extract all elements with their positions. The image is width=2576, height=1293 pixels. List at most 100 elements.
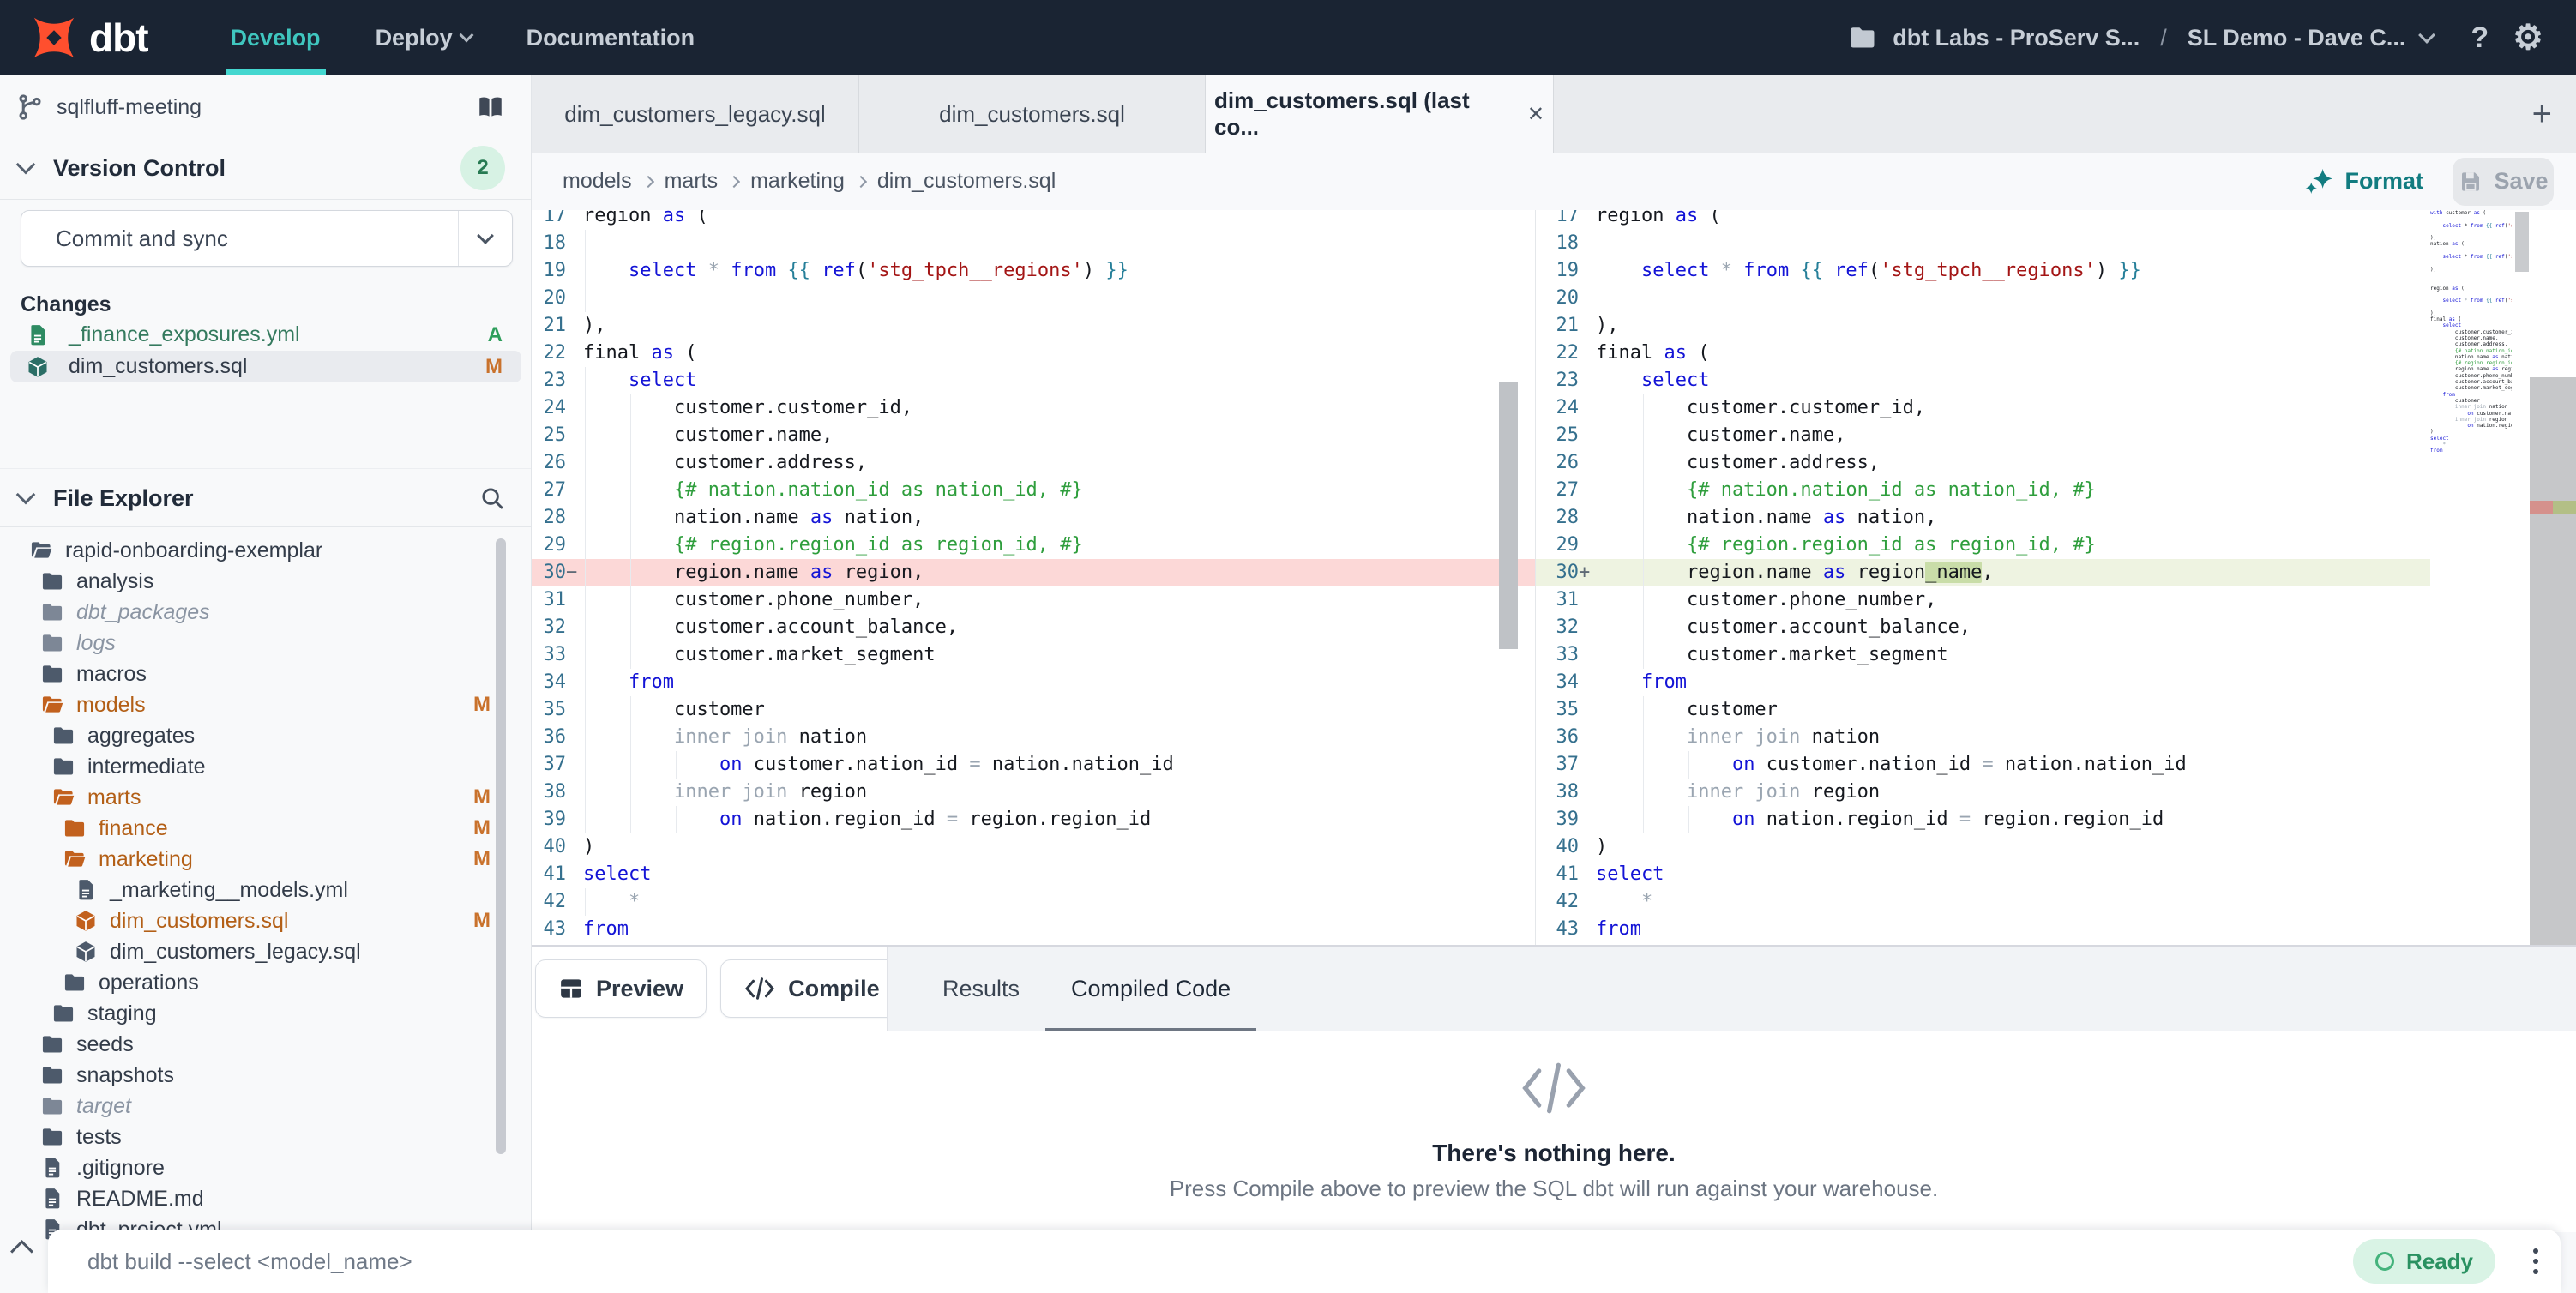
code-line-19[interactable]: 19 select * from {{ ref('stg_tpch__regio… [1536,257,2576,285]
code-line-43[interactable]: 43from [1536,916,2576,943]
code-line-43[interactable]: 43from [532,916,1535,943]
nav-item-documentation[interactable]: Documentation [527,0,695,75]
code-line-30[interactable]: 30+ region.name as region_name, [1536,559,2576,586]
code-line-17[interactable]: 17region as ( [532,210,1535,230]
expand-command-bar-icon[interactable] [10,1240,33,1263]
code-line-20[interactable]: 20 [532,285,1535,312]
code-line-26[interactable]: 26 customer.address, [532,449,1535,477]
editor-tab-dim_customers.sql (last co...[interactable]: dim_customers.sql (last co...✕ [1206,75,1554,153]
changed-file-dim_customers.sql[interactable]: dim_customers.sqlM [10,351,521,382]
command-input[interactable] [86,1248,2353,1276]
code-line-39[interactable]: 39 on nation.region_id = region.region_i… [532,806,1535,833]
code-line-40[interactable]: 40) [532,833,1535,861]
commit-and-sync-button[interactable]: Commit and sync [21,210,513,267]
file-search-icon[interactable] [479,485,505,511]
code-line-28[interactable]: 28 nation.name as nation, [1536,504,2576,532]
panel-tab-compiled-code[interactable]: Compiled Code [1045,947,1256,1031]
tree-item-logs[interactable]: logs [0,628,515,659]
tree-item-finance[interactable]: financeM [0,813,515,844]
tree-item-dbt_packages[interactable]: dbt_packages [0,597,515,628]
commit-options-dropdown[interactable] [458,211,512,266]
format-button[interactable]: Format [2305,167,2423,196]
code-line-37[interactable]: 37 on customer.nation_id = nation.nation… [1536,751,2576,779]
project-chevron-down-icon[interactable] [2418,27,2435,44]
command-menu-kebab-icon[interactable] [2533,1248,2538,1274]
code-line-33[interactable]: 33 customer.market_segment [532,641,1535,669]
dbt-logo[interactable]: dbt [29,13,148,63]
version-control-section-header[interactable]: Version Control 2 [0,139,531,197]
close-tab-icon[interactable]: ✕ [1527,102,1544,127]
tree-item-dim_customers_legacy.sql[interactable]: dim_customers_legacy.sql [0,936,515,967]
code-line-22[interactable]: 22final as ( [532,340,1535,367]
code-line-27[interactable]: 27 {# nation.nation_id as nation_id, #} [1536,477,2576,504]
project-name[interactable]: SL Demo - Dave C... [2188,25,2406,51]
code-line-23[interactable]: 23 select [532,367,1535,394]
diff-pane-original[interactable]: 17region as (1819 select * from {{ ref('… [532,210,1535,945]
code-line-26[interactable]: 26 customer.address, [1536,449,2576,477]
code-line-28[interactable]: 28 nation.name as nation, [532,504,1535,532]
nav-item-develop[interactable]: Develop [231,0,321,75]
tree-item-operations[interactable]: operations [0,967,515,998]
editor-scrollbar-right[interactable] [2515,212,2529,272]
breadcrumb-item-marts[interactable]: marts [665,169,719,194]
nav-item-deploy[interactable]: Deploy [376,0,472,75]
code-line-21[interactable]: 21), [532,312,1535,340]
code-line-40[interactable]: 40) [1536,833,2576,861]
code-line-29[interactable]: 29 {# region.region_id as region_id, #} [532,532,1535,559]
tree-item-macros[interactable]: macros [0,659,515,689]
tree-item-marketing[interactable]: marketingM [0,844,515,875]
code-line-18[interactable]: 18 [532,230,1535,257]
tree-item-tests[interactable]: tests [0,1122,515,1152]
code-line-38[interactable]: 38 inner join region [532,779,1535,806]
code-line-30[interactable]: 30− region.name as region, [532,559,1535,586]
save-button[interactable]: Save [2453,158,2554,206]
code-line-29[interactable]: 29 {# region.region_id as region_id, #} [1536,532,2576,559]
code-line-22[interactable]: 22final as ( [1536,340,2576,367]
code-line-42[interactable]: 42 * [532,888,1535,916]
code-line-23[interactable]: 23 select [1536,367,2576,394]
code-line-37[interactable]: 37 on customer.nation_id = nation.nation… [532,751,1535,779]
tree-item-snapshots[interactable]: snapshots [0,1060,515,1091]
code-line-25[interactable]: 25 customer.name, [1536,422,2576,449]
tree-item-analysis[interactable]: analysis [0,566,515,597]
new-tab-button[interactable]: + [2532,97,2552,131]
tree-item-aggregates[interactable]: aggregates [0,720,515,751]
preview-button[interactable]: Preview [535,959,707,1018]
code-line-36[interactable]: 36 inner join nation [532,724,1535,751]
breadcrumb-item-models[interactable]: models [563,169,632,194]
account-name[interactable]: dbt Labs - ProServ S... [1893,25,2140,51]
tree-item-dim_customers.sql[interactable]: dim_customers.sqlM [0,905,515,936]
tree-item-intermediate[interactable]: intermediate [0,751,515,782]
code-line-38[interactable]: 38 inner join region [1536,779,2576,806]
code-line-34[interactable]: 34 from [1536,669,2576,696]
sidebar-scrollbar[interactable] [496,538,506,1154]
code-line-27[interactable]: 27 {# nation.nation_id as nation_id, #} [532,477,1535,504]
tree-item-marts[interactable]: martsM [0,782,515,813]
diff-pane-modified[interactable]: 17region as (1819 select * from {{ ref('… [1535,210,2576,945]
compile-button[interactable]: Compile [720,959,903,1018]
code-line-32[interactable]: 32 customer.account_balance, [532,614,1535,641]
code-line-31[interactable]: 31 customer.phone_number, [1536,586,2576,614]
minimap[interactable]: with customer as ( select * from {{ ref(… [2430,210,2512,945]
tree-item-target[interactable]: target [0,1091,515,1122]
breadcrumb-item-dim_customers.sql[interactable]: dim_customers.sql [877,169,1056,194]
code-line-32[interactable]: 32 customer.account_balance, [1536,614,2576,641]
code-line-33[interactable]: 33 customer.market_segment [1536,641,2576,669]
file-explorer-section-header[interactable]: File Explorer [0,472,531,525]
help-icon[interactable]: ? [2471,21,2489,55]
tree-item-README.md[interactable]: README.md [0,1183,515,1214]
tree-item-.gitignore[interactable]: .gitignore [0,1152,515,1183]
branch-name[interactable]: sqlfluff-meeting [57,95,202,120]
code-line-18[interactable]: 18 [1536,230,2576,257]
code-line-21[interactable]: 21), [1536,312,2576,340]
panel-tab-results[interactable]: Results [917,947,1045,1031]
code-line-20[interactable]: 20 [1536,285,2576,312]
code-line-41[interactable]: 41select [1536,861,2576,888]
code-line-19[interactable]: 19 select * from {{ ref('stg_tpch__regio… [532,257,1535,285]
code-line-42[interactable]: 42 * [1536,888,2576,916]
diff-overview-ruler[interactable] [2530,377,2576,945]
changed-file-_finance_exposures.yml[interactable]: _finance_exposures.ymlA [10,319,521,351]
breadcrumb-item-marketing[interactable]: marketing [750,169,845,194]
tree-item-seeds[interactable]: seeds [0,1029,515,1060]
code-line-39[interactable]: 39 on nation.region_id = region.region_i… [1536,806,2576,833]
